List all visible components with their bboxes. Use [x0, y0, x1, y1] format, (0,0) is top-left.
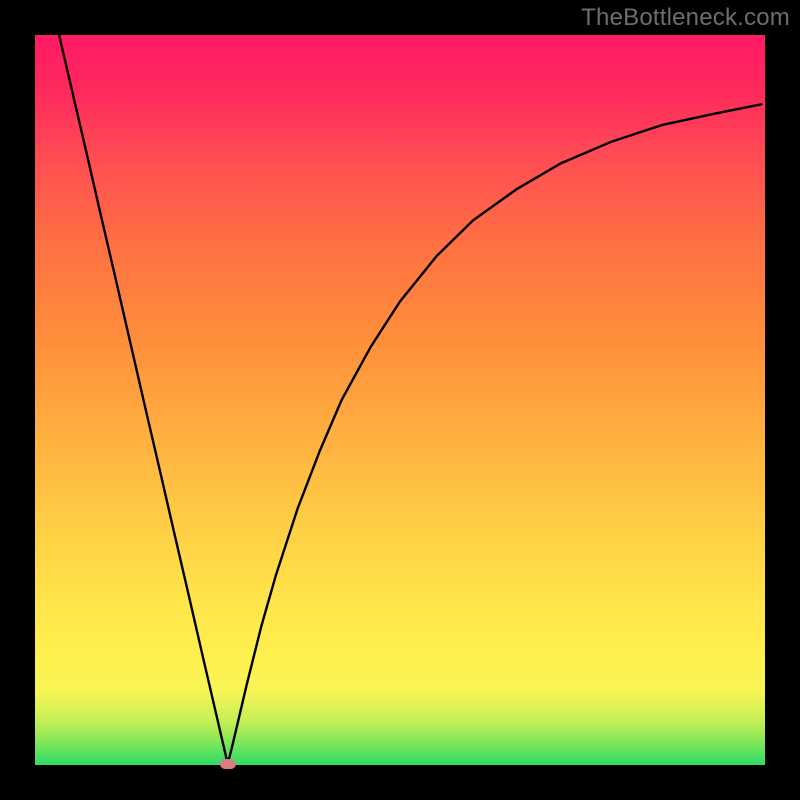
bottleneck-curve [35, 35, 765, 765]
chart-frame: TheBottleneck.com [0, 0, 800, 800]
curve-minimum-marker [220, 759, 236, 769]
chart-plot-area [35, 35, 765, 765]
watermark-text: TheBottleneck.com [581, 4, 790, 32]
